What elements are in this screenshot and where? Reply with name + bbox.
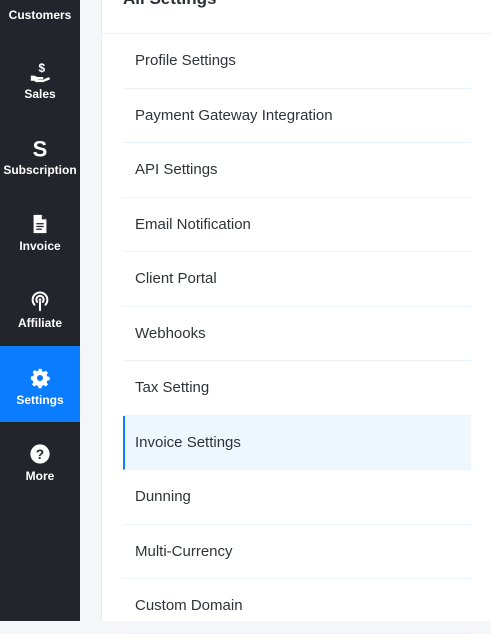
settings-list: Profile Settings Payment Gateway Integra… (123, 34, 471, 634)
settings-item-profile[interactable]: Profile Settings (123, 34, 471, 89)
sidebar-item-more[interactable]: ? More (0, 422, 80, 498)
settings-item-invoice[interactable]: Invoice Settings (123, 415, 471, 470)
settings-item-api[interactable]: API Settings (123, 143, 471, 198)
subscription-s-icon: S (29, 137, 51, 159)
hand-dollar-icon: $ (29, 61, 51, 83)
sidebar-item-subscription[interactable]: S Subscription (0, 116, 80, 192)
sidebar: Customers $ Sales S Subscription Invoice… (0, 0, 80, 621)
sidebar-item-label: Sales (24, 87, 56, 101)
sidebar-item-label: Settings (16, 393, 64, 407)
settings-item-webhooks[interactable]: Webhooks (123, 307, 471, 361)
svg-text:?: ? (36, 447, 44, 462)
sidebar-item-label: Invoice (19, 239, 61, 253)
settings-item-client-portal[interactable]: Client Portal (123, 252, 471, 307)
page-title: All Settings (123, 0, 217, 9)
sidebar-item-label: Affiliate (17, 316, 62, 330)
sidebar-item-invoice[interactable]: Invoice (0, 192, 80, 268)
broadcast-icon (29, 290, 51, 312)
settings-item-payment-gateway[interactable]: Payment Gateway Integration (123, 89, 471, 143)
settings-item-dunning[interactable]: Dunning (123, 470, 471, 525)
gear-icon (29, 367, 51, 389)
svg-text:$: $ (39, 61, 46, 75)
sidebar-item-label: More (25, 469, 55, 483)
document-icon (29, 213, 51, 235)
settings-item-tax[interactable]: Tax Setting (123, 361, 471, 416)
sidebar-item-label: Subscription (3, 163, 77, 177)
sidebar-item-sales[interactable]: $ Sales (0, 40, 80, 116)
sidebar-item-affiliate[interactable]: Affiliate (0, 269, 80, 345)
question-circle-icon: ? (29, 443, 51, 465)
settings-panel: All Settings Profile Settings Payment Ga… (101, 0, 491, 634)
settings-item-multi-currency[interactable]: Multi-Currency (123, 525, 471, 579)
settings-item-email-notification[interactable]: Email Notification (123, 198, 471, 252)
svg-text:S: S (33, 137, 48, 159)
settings-item-custom-domain[interactable]: Custom Domain (123, 579, 471, 634)
sidebar-item-label: Customers (8, 8, 72, 22)
sidebar-item-settings[interactable]: Settings (0, 346, 80, 422)
